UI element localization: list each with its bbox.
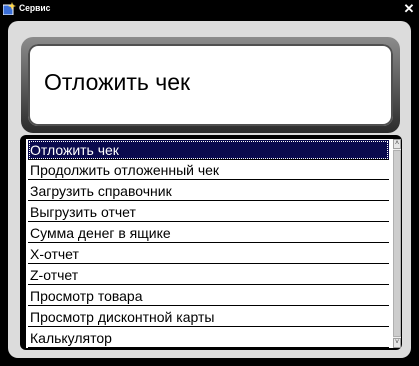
title-bar[interactable]: Сервис ✕ (0, 0, 419, 18)
scroll-thumb[interactable] (393, 150, 401, 337)
selected-action-frame: Отложить чек (21, 37, 400, 133)
list-item-postpone-receipt[interactable]: Отложить чек (28, 140, 389, 160)
service-window: Сервис ✕ Отложить чек Отложить чек Продо… (0, 0, 419, 366)
scroll-up-icon[interactable]: ˄ (393, 139, 401, 149)
list-item-z-report[interactable]: Z-отчет (28, 265, 389, 285)
list-item-load-directory[interactable]: Загрузить справочник (28, 181, 389, 201)
menu-list[interactable]: Отложить чек Продолжить отложенный чек З… (26, 139, 393, 348)
selected-action-panel: Отложить чек (28, 44, 393, 126)
selected-action-title: Отложить чек (44, 69, 191, 95)
vertical-scrollbar[interactable]: ˄ ˅ (393, 139, 401, 348)
list-item-view-discount-card[interactable]: Просмотр дисконтной карты (28, 307, 389, 327)
close-button[interactable]: ✕ (401, 1, 417, 16)
scroll-down-icon[interactable]: ˅ (393, 338, 401, 348)
list-item-x-report[interactable]: X-отчет (28, 244, 389, 264)
list-item-view-product[interactable]: Просмотр товара (28, 286, 389, 306)
list-item-calculator[interactable]: Калькулятор (28, 328, 389, 348)
window-client-area: Отложить чек Отложить чек Продолжить отл… (8, 21, 411, 358)
menu-list-frame: Отложить чек Продолжить отложенный чек З… (20, 135, 402, 350)
window-title: Сервис (19, 3, 51, 13)
list-item-export-report[interactable]: Выгрузить отчет (28, 202, 389, 222)
list-item-cash-in-drawer[interactable]: Сумма денег в ящике (28, 223, 389, 243)
list-item-continue-postponed-receipt[interactable]: Продолжить отложенный чек (28, 160, 389, 180)
sparkle-app-icon (3, 2, 16, 15)
